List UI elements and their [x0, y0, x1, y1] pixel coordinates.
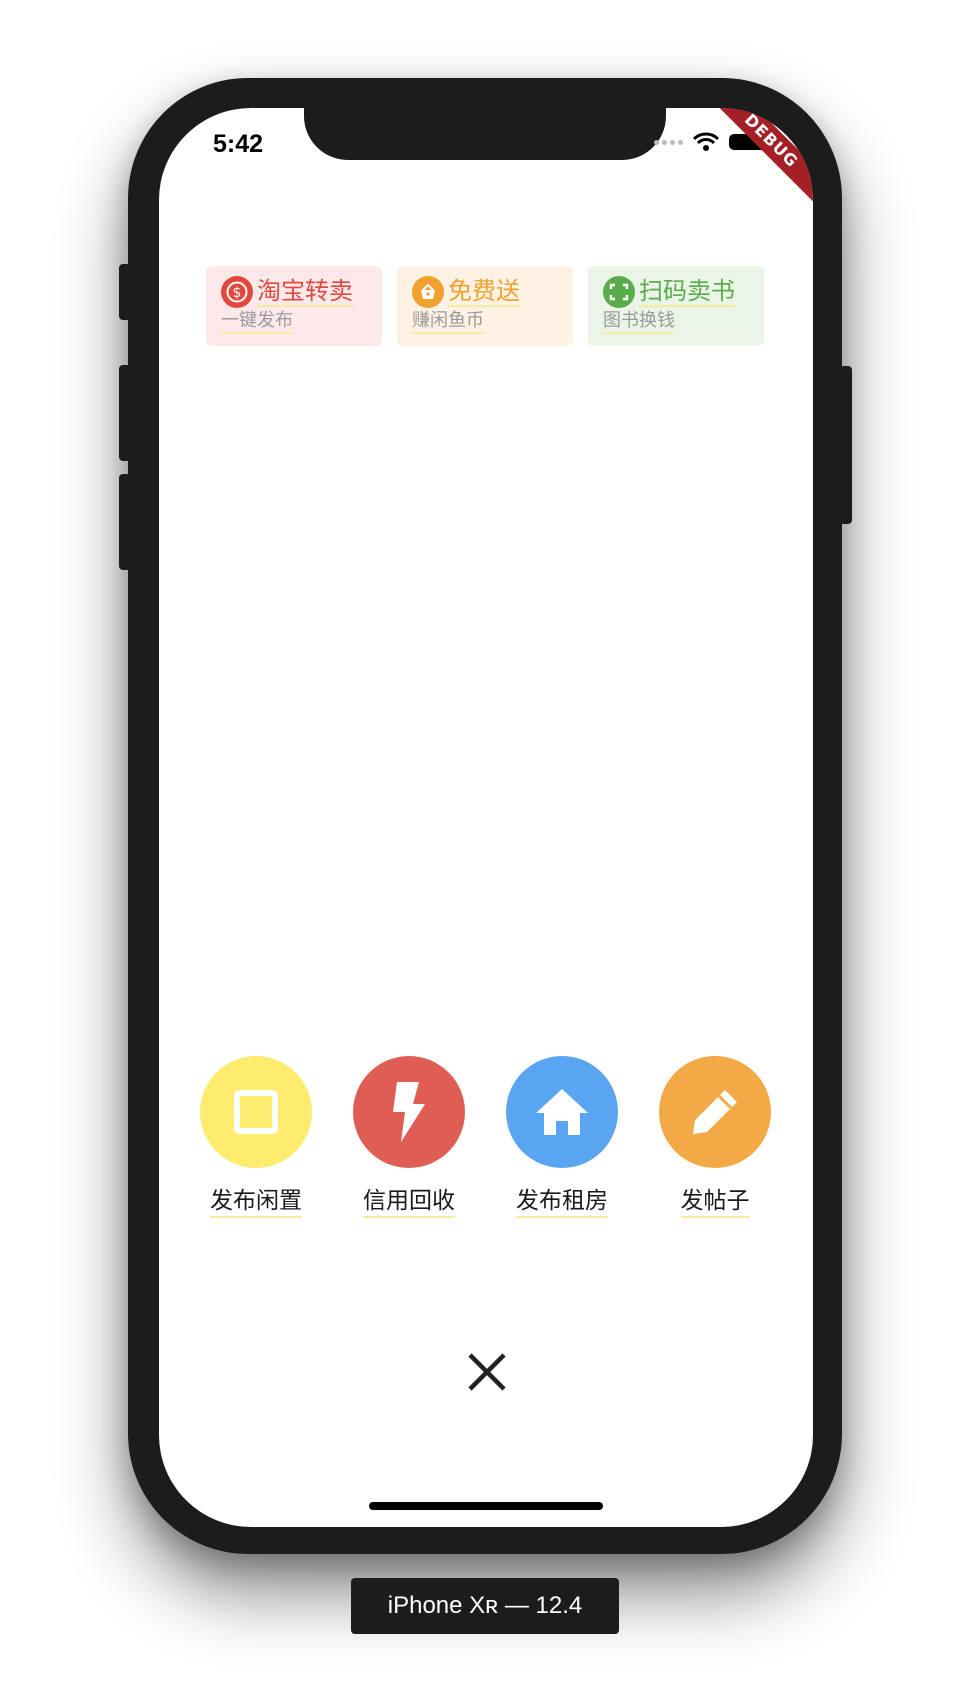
cellular-signal-icon [654, 139, 683, 145]
quick-action-scan-sell-books[interactable]: 扫码卖书 图书换钱 [588, 266, 764, 346]
power-button [840, 366, 852, 524]
quick-action-subtitle: 赚闲鱼币 [412, 310, 484, 334]
close-icon [468, 1353, 506, 1391]
action-circle[interactable] [353, 1056, 465, 1168]
quick-action-subtitle: 一键发布 [221, 310, 293, 334]
svg-text:$: $ [233, 285, 242, 301]
credit-recycle-button[interactable]: 信用回收 [353, 1056, 465, 1218]
close-button[interactable] [465, 1350, 509, 1394]
action-circle[interactable] [200, 1056, 312, 1168]
action-label: 信用回收 [363, 1186, 455, 1218]
quick-action-title: 免费送 [448, 277, 520, 307]
quick-action-subtitle: 图书换钱 [603, 310, 675, 334]
action-label: 发布租房 [516, 1186, 608, 1218]
action-circle[interactable] [506, 1056, 618, 1168]
device-label: iPhone Xʀ — 12.4 [351, 1578, 619, 1634]
create-post-button[interactable]: 发帖子 [659, 1056, 771, 1218]
basket-icon [412, 276, 444, 308]
action-label: 发布闲置 [210, 1186, 302, 1218]
square-icon [234, 1090, 278, 1134]
mute-switch [119, 264, 131, 320]
scan-icon [603, 276, 635, 308]
quick-action-title: 扫码卖书 [639, 277, 735, 307]
dollar-circle-icon: $ [221, 276, 253, 308]
volume-up-button [119, 365, 131, 461]
quick-action-free-giveaway[interactable]: 免费送 赚闲鱼币 [397, 266, 573, 346]
house-icon [536, 1089, 588, 1135]
wifi-icon [693, 132, 719, 151]
volume-down-button [119, 474, 131, 570]
action-label: 发帖子 [680, 1186, 750, 1218]
pencil-icon [693, 1090, 737, 1134]
notch [304, 108, 666, 160]
app-screen: 5:42 DEBUG $ 淘宝转卖 一键发布 免费送 赚闲鱼币 扫码卖书 图书换… [159, 108, 813, 1527]
post-rental-button[interactable]: 发布租房 [506, 1056, 618, 1218]
quick-action-title: 淘宝转卖 [257, 277, 353, 307]
post-idle-item-button[interactable]: 发布闲置 [200, 1056, 312, 1218]
home-indicator[interactable] [369, 1502, 603, 1510]
quick-action-taobao-resale[interactable]: $ 淘宝转卖 一键发布 [206, 266, 382, 346]
status-time: 5:42 [213, 130, 264, 158]
action-circle[interactable] [659, 1056, 771, 1168]
lightning-icon [393, 1082, 425, 1142]
